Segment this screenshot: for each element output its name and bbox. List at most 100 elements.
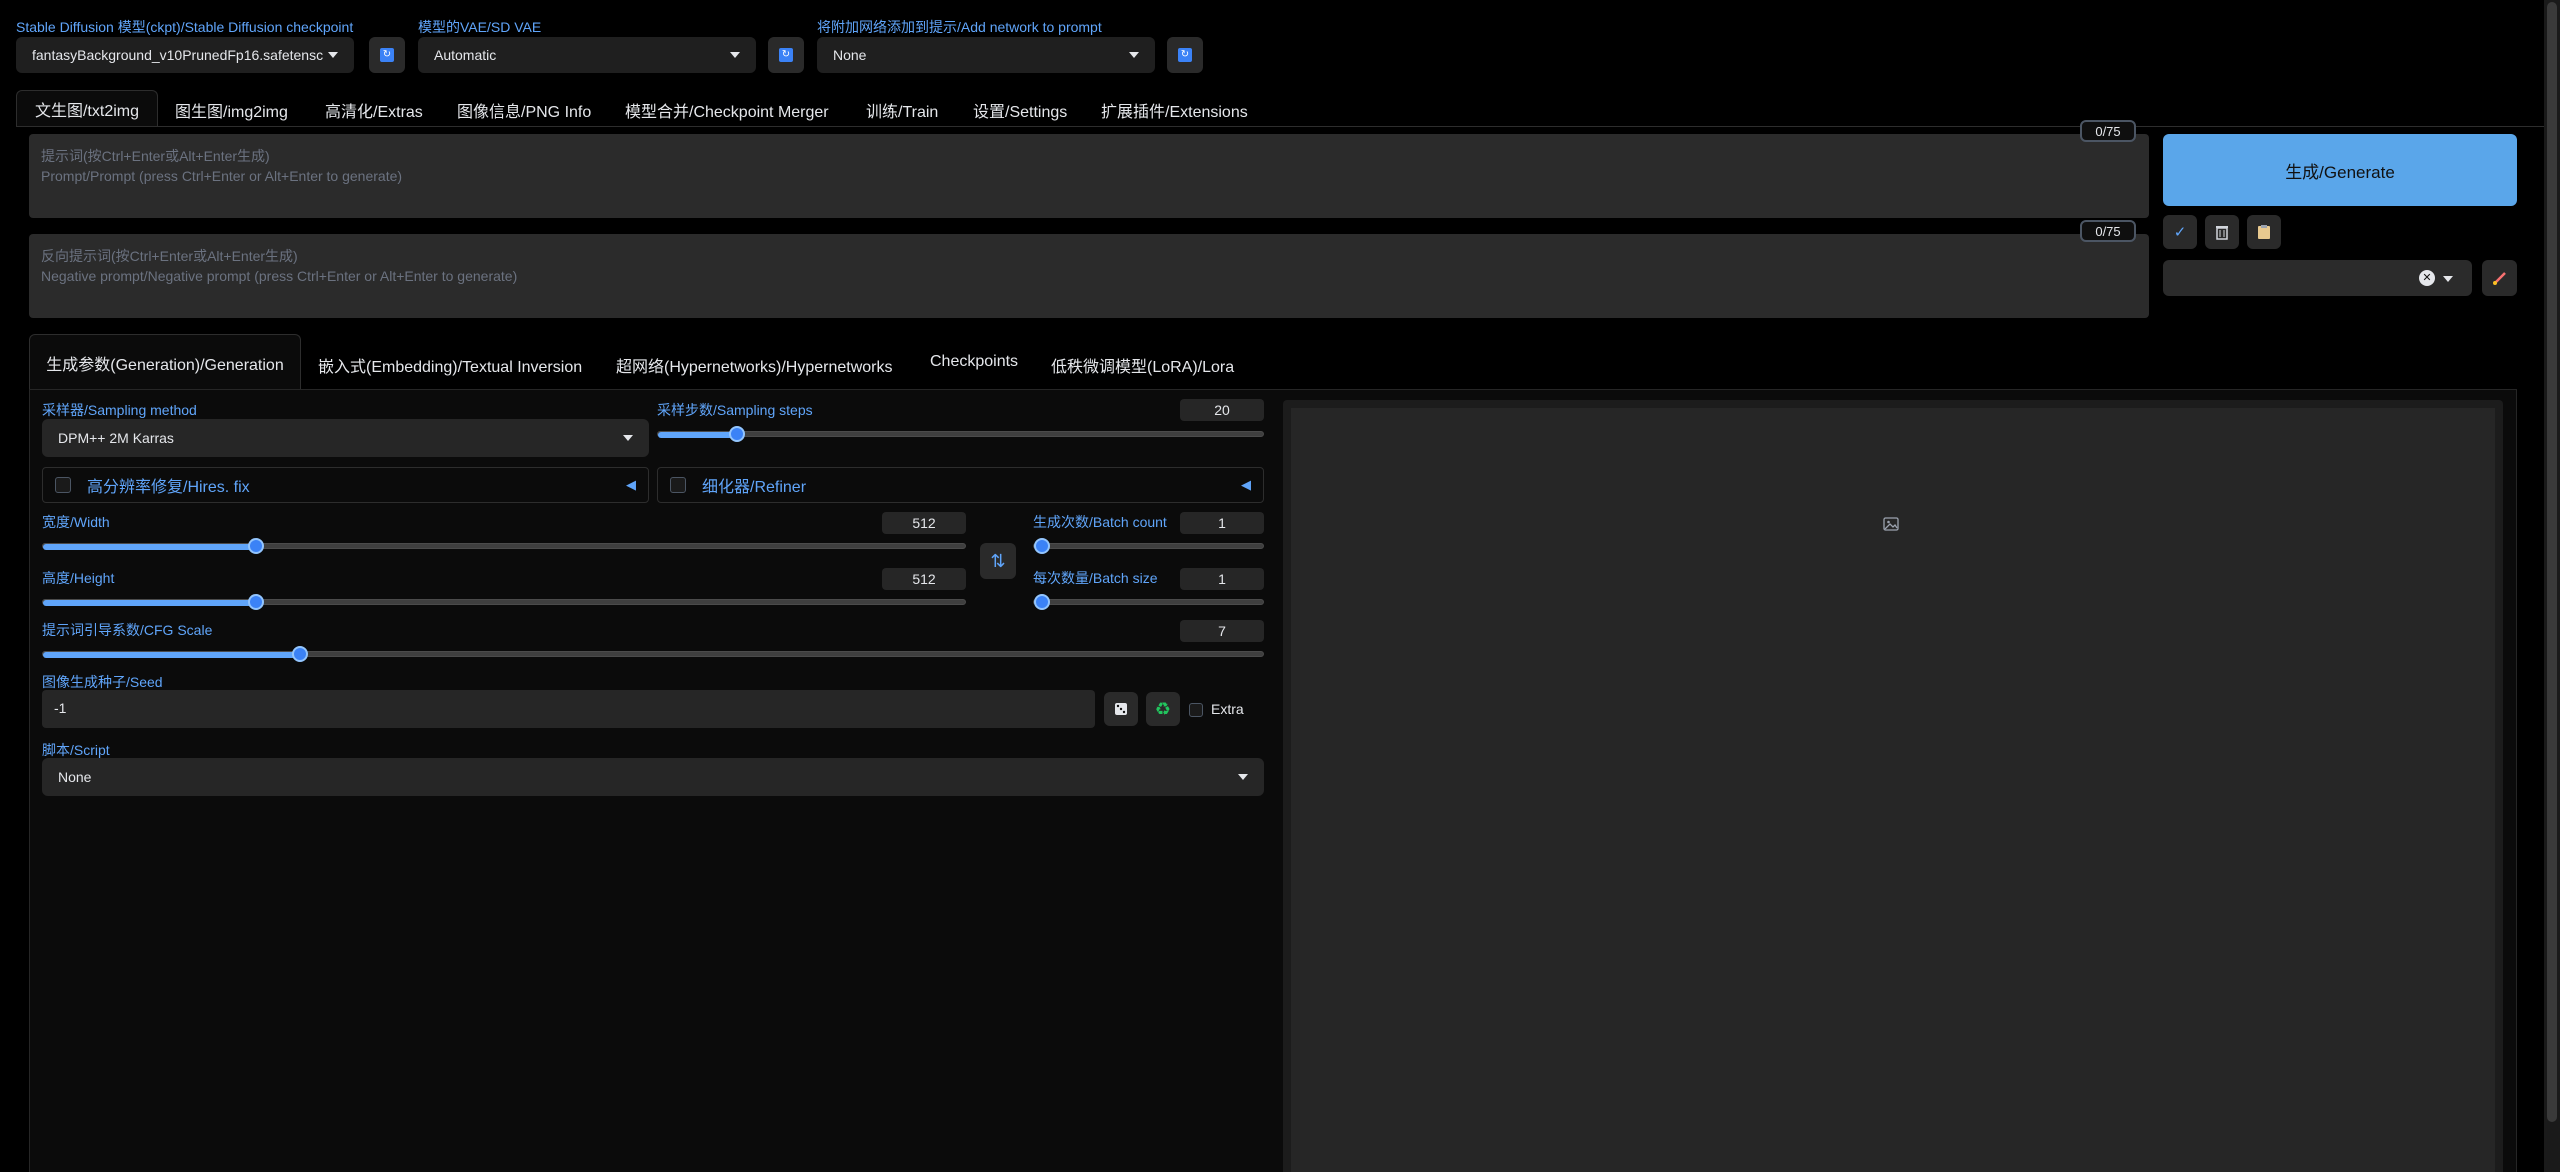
tab-label: 文生图/txt2img — [34, 102, 140, 120]
check-icon[interactable]: ✓ — [2163, 215, 2197, 249]
tab-extras[interactable]: 高清化/Extras — [325, 98, 423, 122]
script-label: 脚本/Script — [42, 742, 110, 758]
cfg-scale-input[interactable]: 7 — [1180, 620, 1264, 642]
dice-icon — [1115, 703, 1127, 715]
cfg-scale-label: 提示词引导系数/CFG Scale — [42, 622, 213, 638]
paintbrush-icon[interactable] — [2482, 260, 2517, 296]
subtab-hypernetworks[interactable]: 超网络(Hypernetworks)/Hypernetworks — [616, 353, 893, 377]
tab-txt2img[interactable]: 文生图/txt2img — [16, 90, 158, 126]
chevron-down-icon — [623, 435, 633, 441]
sampling-steps-slider[interactable] — [657, 426, 1264, 442]
clipboard-icon[interactable] — [2247, 215, 2281, 249]
extra-seed-label: Extra — [1211, 701, 1244, 717]
hires-fix-accordion[interactable]: 高分辨率修复/Hires. fix ◀ — [42, 467, 649, 503]
reuse-seed-button[interactable]: ♻ — [1146, 692, 1180, 726]
sampling-steps-input[interactable]: 20 — [1180, 399, 1264, 421]
swap-icon: ⇅ — [990, 550, 1006, 571]
vae-label: 模型的VAE/SD VAE — [418, 19, 542, 35]
checkpoint-value: fantasyBackground_v10PrunedFp16.safetens… — [32, 47, 324, 63]
tab-settings[interactable]: 设置/Settings — [973, 98, 1067, 122]
refresh-icon: ↻ — [1178, 48, 1192, 62]
hires-fix-checkbox[interactable] — [55, 477, 71, 493]
cfg-scale-slider[interactable] — [42, 646, 1264, 662]
sampling-method-dropdown[interactable]: DPM++ 2M Karras — [42, 419, 649, 457]
vae-value: Automatic — [434, 47, 497, 63]
image-placeholder-icon — [1883, 516, 1899, 537]
refresh-checkpoint-button[interactable]: ↻ — [369, 37, 405, 73]
clear-icon[interactable]: ✕ — [2419, 270, 2435, 286]
seed-input[interactable]: -1 — [42, 690, 1095, 728]
slider-handle[interactable] — [1034, 594, 1050, 610]
batch-size-label: 每次数量/Batch size — [1033, 570, 1158, 586]
scrollbar-thumb[interactable] — [2547, 2, 2557, 1122]
refresh-icon: ↻ — [779, 48, 793, 62]
chevron-down-icon — [1238, 774, 1248, 780]
recycle-icon: ♻ — [1154, 698, 1172, 719]
slider-handle[interactable] — [1034, 538, 1050, 554]
width-label: 宽度/Width — [42, 514, 110, 530]
height-label: 高度/Height — [42, 570, 115, 586]
tab-png-info[interactable]: 图像信息/PNG Info — [457, 98, 591, 122]
slider-fill — [43, 544, 256, 550]
collapse-arrow-icon[interactable]: ◀ — [1241, 477, 1251, 493]
refiner-checkbox[interactable] — [670, 477, 686, 493]
refiner-accordion[interactable]: 细化器/Refiner ◀ — [657, 467, 1264, 503]
refresh-icon: ↻ — [380, 48, 394, 62]
generate-button[interactable]: 生成/Generate — [2163, 134, 2517, 206]
subtab-label: 生成参数(Generation)/Generation — [46, 356, 284, 374]
refiner-label: 细化器/Refiner — [702, 479, 807, 496]
subtab-textual-inversion[interactable]: 嵌入式(Embedding)/Textual Inversion — [318, 353, 582, 377]
subtab-checkpoints[interactable]: Checkpoints — [930, 353, 1018, 371]
batch-size-slider[interactable] — [1033, 594, 1264, 610]
slider-handle[interactable] — [247, 538, 264, 554]
slider-handle[interactable] — [247, 594, 264, 610]
page-scrollbar[interactable] — [2544, 0, 2560, 1172]
extra-seed-checkbox[interactable] — [1189, 703, 1203, 717]
checkpoint-label: Stable Diffusion 模型(ckpt)/Stable Diffusi… — [16, 19, 354, 35]
vae-dropdown[interactable]: Automatic — [418, 37, 756, 73]
sampling-method-label: 采样器/Sampling method — [42, 402, 197, 418]
tabs-divider — [16, 126, 2546, 127]
network-label: 将附加网络添加到提示/Add network to prompt — [817, 19, 1102, 35]
sampling-method-value: DPM++ 2M Karras — [58, 430, 174, 446]
sampling-steps-label: 采样步数/Sampling steps — [657, 402, 813, 418]
chevron-down-icon — [730, 52, 740, 58]
slider-handle[interactable] — [291, 646, 308, 662]
styles-dropdown[interactable]: ✕ — [2163, 260, 2472, 296]
random-seed-button[interactable] — [1104, 692, 1138, 726]
prompt-input[interactable]: 提示词(按Ctrl+Enter或Alt+Enter生成) Prompt/Prom… — [29, 134, 2149, 218]
negative-prompt-input[interactable]: 反向提示词(按Ctrl+Enter或Alt+Enter生成) Negative … — [29, 234, 2149, 318]
script-value: None — [58, 769, 92, 785]
network-dropdown[interactable]: None — [817, 37, 1155, 73]
collapse-arrow-icon[interactable]: ◀ — [626, 477, 636, 493]
subtab-generation[interactable]: 生成参数(Generation)/Generation — [29, 334, 301, 390]
batch-count-slider[interactable] — [1033, 538, 1264, 554]
prompt-token-counter: 0/75 — [2080, 120, 2136, 142]
checkpoint-dropdown[interactable]: fantasyBackground_v10PrunedFp16.safetens… — [16, 37, 354, 73]
slider-fill — [43, 600, 256, 606]
network-value: None — [833, 47, 867, 63]
refresh-network-button[interactable]: ↻ — [1167, 37, 1203, 73]
swap-dimensions-button[interactable]: ⇅ — [980, 543, 1016, 579]
subtab-lora[interactable]: 低秩微调模型(LoRA)/Lora — [1051, 353, 1234, 377]
height-input[interactable]: 512 — [882, 568, 966, 590]
batch-count-label: 生成次数/Batch count — [1033, 514, 1167, 530]
tab-checkpoint-merger[interactable]: 模型合并/Checkpoint Merger — [625, 98, 829, 122]
refresh-vae-button[interactable]: ↻ — [768, 37, 804, 73]
batch-count-input[interactable]: 1 — [1180, 512, 1264, 534]
width-input[interactable]: 512 — [882, 512, 966, 534]
trash-icon[interactable] — [2205, 215, 2239, 249]
script-dropdown[interactable]: None — [42, 758, 1264, 796]
tab-extensions[interactable]: 扩展插件/Extensions — [1101, 98, 1248, 122]
slider-handle[interactable] — [728, 426, 745, 442]
slider-fill — [658, 432, 737, 438]
hires-fix-label: 高分辨率修复/Hires. fix — [87, 479, 250, 496]
batch-size-input[interactable]: 1 — [1180, 568, 1264, 590]
width-slider[interactable] — [42, 538, 966, 554]
tab-img2img[interactable]: 图生图/img2img — [175, 98, 288, 122]
chevron-down-icon — [1129, 52, 1139, 58]
tab-train[interactable]: 训练/Train — [866, 98, 938, 122]
seed-label: 图像生成种子/Seed — [42, 674, 163, 690]
negative-prompt-token-counter: 0/75 — [2080, 220, 2136, 242]
height-slider[interactable] — [42, 594, 966, 610]
